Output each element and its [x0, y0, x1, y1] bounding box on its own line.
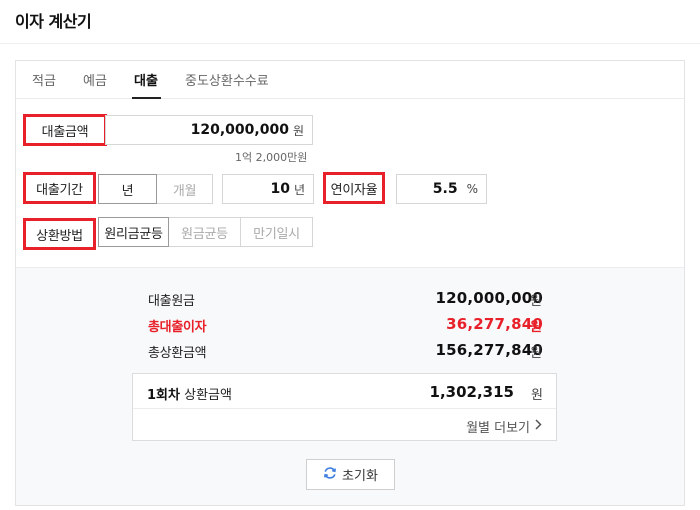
reset-button[interactable]: 초기화	[306, 459, 395, 490]
period-unit-year-button[interactable]: 년	[98, 174, 157, 204]
loan-period-unit: 년	[293, 182, 305, 197]
installment-heading: 1회차 상환금액	[147, 384, 232, 403]
installment-box: 1회차 상환금액 1,302,315 원 월별 더보기	[132, 373, 557, 441]
principal-value: 120,000,000	[435, 289, 543, 307]
installment-label: 상환금액	[184, 388, 232, 403]
refresh-icon	[323, 466, 337, 484]
calculator-card: 적금 예금 대출 중도상환수수료 대출금액 120,000,000 원 1억 2…	[15, 60, 685, 506]
principal-unit: 원	[530, 294, 542, 309]
interest-rate-field[interactable]: 5.5 %	[396, 174, 487, 204]
tab-bar: 적금 예금 대출 중도상환수수료	[16, 61, 684, 99]
total-interest-value: 36,277,840	[446, 315, 543, 333]
loan-amount-label: 대출금액	[23, 114, 107, 146]
repayment-method-label: 상환방법	[23, 218, 96, 250]
loan-period-field[interactable]: 10 년	[222, 174, 314, 204]
interest-rate-unit: %	[466, 182, 478, 196]
principal-label: 대출원금	[148, 294, 195, 309]
reset-label: 초기화	[342, 469, 378, 484]
interest-rate-value: 5.5	[432, 181, 458, 197]
loan-amount-value: 120,000,000	[190, 122, 289, 138]
tab-deposit[interactable]: 예금	[83, 70, 107, 89]
tab-loan[interactable]: 대출	[134, 70, 158, 89]
loan-period-value: 10	[270, 181, 290, 197]
tab-prepayment-fee[interactable]: 중도상환수수료	[185, 70, 269, 89]
period-unit-month-button[interactable]: 개월	[156, 174, 213, 204]
loan-amount-field[interactable]: 120,000,000 원	[105, 115, 313, 145]
total-repayment-label: 총상환금액	[148, 346, 207, 361]
monthly-more-label: 월별 더보기	[466, 421, 530, 436]
repayment-equal-principal-button[interactable]: 원금균등	[168, 217, 241, 247]
total-repayment-unit: 원	[530, 346, 542, 361]
installment-count: 1회차	[147, 388, 180, 403]
tab-savings[interactable]: 적금	[32, 70, 56, 89]
title-divider	[0, 43, 700, 44]
total-repayment-value: 156,277,840	[435, 341, 543, 359]
monthly-more-link[interactable]: 월별 더보기	[466, 417, 542, 436]
installment-divider	[133, 408, 556, 409]
loan-amount-hint: 1억 2,000만원	[235, 151, 308, 164]
loan-amount-unit: 원	[292, 123, 304, 138]
repayment-equal-payment-button[interactable]: 원리금균등	[98, 217, 169, 247]
total-interest-unit: 원	[530, 320, 542, 335]
active-tab-indicator	[132, 97, 161, 99]
loan-period-label: 대출기간	[23, 172, 96, 204]
interest-rate-label: 연이자율	[323, 172, 385, 204]
page-title: 이자 계산기	[15, 12, 92, 31]
installment-unit: 원	[531, 388, 543, 403]
repayment-bullet-button[interactable]: 만기일시	[240, 217, 313, 247]
total-interest-label: 총대출이자	[148, 320, 207, 335]
installment-value: 1,302,315	[429, 383, 514, 401]
chevron-right-icon	[535, 419, 542, 434]
